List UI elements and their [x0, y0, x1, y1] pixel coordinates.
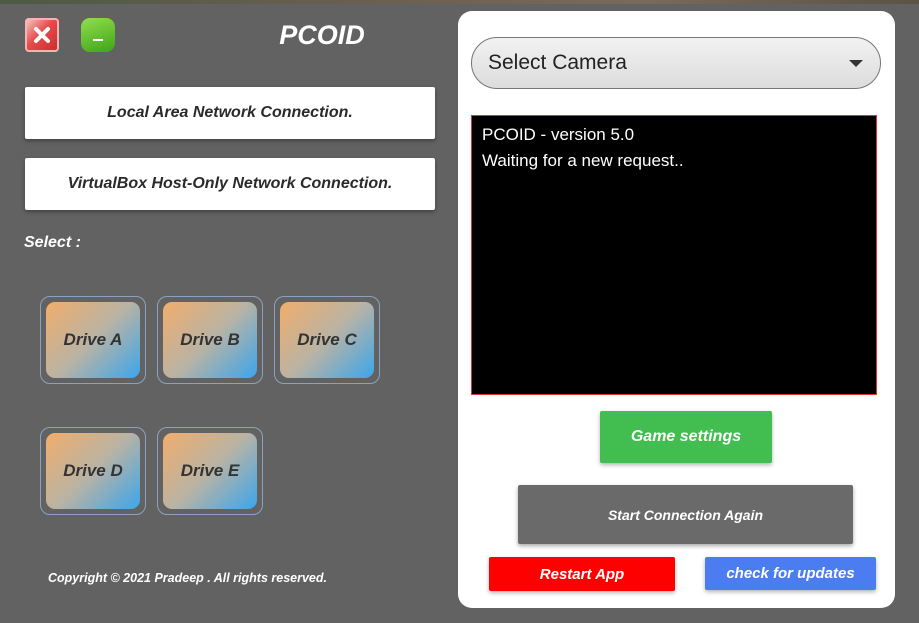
window-top-edge [0, 0, 919, 4]
console-line: Waiting for a new request.. [482, 151, 684, 170]
camera-select[interactable]: Select Camera [471, 37, 881, 89]
minimize-icon [93, 39, 103, 41]
drive-b-button[interactable]: Drive B [163, 302, 257, 378]
copyright-text: Copyright © 2021 Pradeep . All rights re… [48, 571, 327, 585]
right-panel: Select Camera PCOID - version 5.0 Waitin… [458, 11, 895, 608]
minimize-button[interactable] [81, 18, 115, 52]
drive-e-frame: Drive E [157, 427, 263, 515]
close-button[interactable] [25, 18, 59, 52]
app-title: PCOID [279, 20, 365, 50]
app-window: PCOID Local Area Network Connection. Vir… [0, 0, 919, 623]
chevron-down-icon [849, 60, 863, 67]
console-output: PCOID - version 5.0 Waiting for a new re… [471, 115, 877, 395]
check-updates-button[interactable]: check for updates [705, 557, 876, 590]
drive-e-button[interactable]: Drive E [163, 433, 257, 509]
drive-d-frame: Drive D [40, 427, 146, 515]
start-connection-button[interactable]: Start Connection Again [518, 485, 853, 544]
drive-c-frame: Drive C [274, 296, 380, 384]
drive-c-button[interactable]: Drive C [280, 302, 374, 378]
console-line: PCOID - version 5.0 [482, 125, 635, 144]
drive-a-frame: Drive A [40, 296, 146, 384]
virtualbox-connection-button[interactable]: VirtualBox Host-Only Network Connection. [25, 158, 435, 210]
restart-app-button[interactable]: Restart App [489, 557, 675, 591]
drive-b-frame: Drive B [157, 296, 263, 384]
camera-select-value: Select Camera [488, 51, 627, 74]
lan-connection-button[interactable]: Local Area Network Connection. [25, 87, 435, 139]
drive-d-button[interactable]: Drive D [46, 433, 140, 509]
drive-select-label: Select : [24, 234, 81, 251]
game-settings-button[interactable]: Game settings [600, 411, 772, 463]
drive-a-button[interactable]: Drive A [46, 302, 140, 378]
close-icon [34, 27, 50, 43]
